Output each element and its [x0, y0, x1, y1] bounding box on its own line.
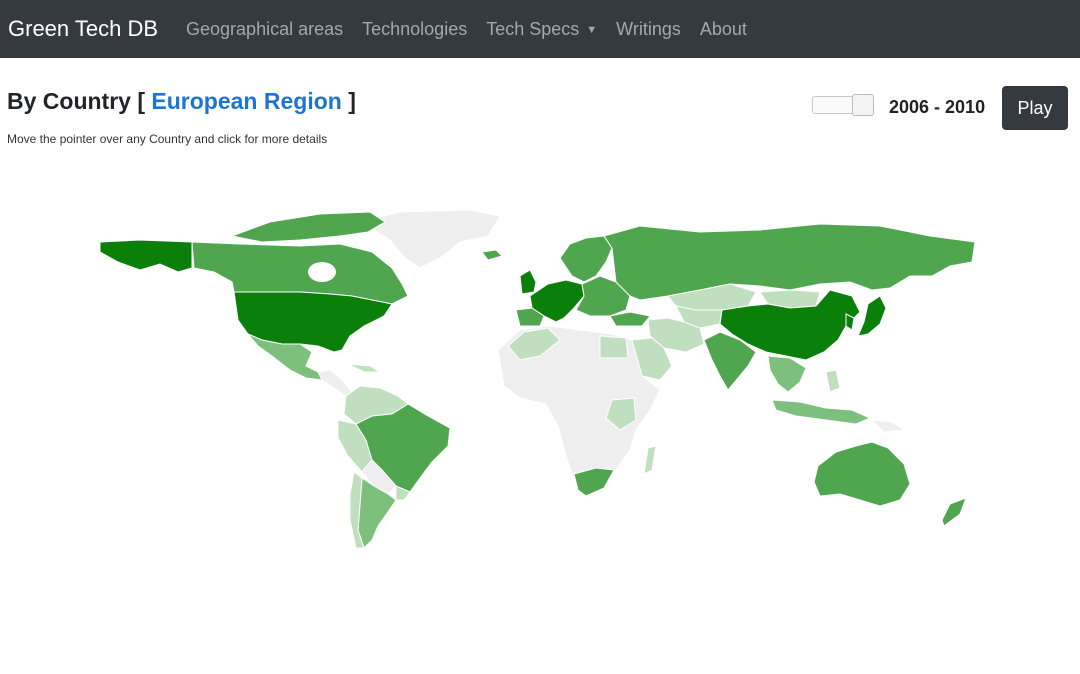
nav-about[interactable]: About	[700, 19, 747, 40]
country-new-zealand[interactable]	[941, 497, 967, 527]
country-papua[interactable]	[870, 419, 906, 433]
country-australia[interactable]	[813, 441, 911, 507]
country-southeast-asia[interactable]	[767, 355, 807, 393]
country-caribbean[interactable]	[347, 363, 382, 373]
country-japan[interactable]	[857, 295, 887, 337]
country-iceland[interactable]	[481, 249, 503, 261]
nav-writings[interactable]: Writings	[616, 19, 681, 40]
country-south-africa[interactable]	[573, 467, 615, 497]
title-prefix: By Country	[7, 88, 131, 114]
country-scandinavia[interactable]	[559, 235, 613, 283]
country-uk[interactable]	[519, 269, 537, 295]
country-indonesia[interactable]	[771, 399, 872, 425]
brand-logo[interactable]: Green Tech DB	[8, 16, 158, 42]
nav-technologies[interactable]: Technologies	[362, 19, 467, 40]
year-slider[interactable]	[812, 94, 874, 116]
country-russia[interactable]	[603, 223, 976, 301]
region-link[interactable]: European Region	[151, 88, 341, 114]
bracket-open: [	[137, 88, 146, 114]
nav-geographical-areas[interactable]: Geographical areas	[186, 19, 343, 40]
country-philippines[interactable]	[825, 369, 841, 393]
instruction-text: Move the pointer over any Country and cl…	[7, 132, 328, 146]
nav-tech-specs-dropdown[interactable]: Tech Specs ▼	[486, 19, 597, 40]
country-canada-islands[interactable]	[230, 211, 386, 243]
top-navbar: Green Tech DB Geographical areas Technol…	[0, 0, 1080, 58]
country-egypt[interactable]	[599, 335, 629, 359]
play-button[interactable]: Play	[1002, 86, 1068, 130]
nav-tech-specs-label: Tech Specs	[486, 18, 580, 39]
caret-down-icon: ▼	[586, 23, 598, 36]
year-slider-thumb[interactable]	[852, 94, 874, 116]
country-central-america[interactable]	[317, 369, 353, 397]
bracket-close: ]	[348, 88, 356, 114]
country-madagascar[interactable]	[643, 445, 657, 475]
page-title: By Country [ European Region ]	[7, 88, 356, 115]
year-range-label: 2006 - 2010	[889, 97, 986, 117]
world-map	[99, 209, 976, 549]
country-usa-alaska[interactable]	[99, 239, 193, 273]
